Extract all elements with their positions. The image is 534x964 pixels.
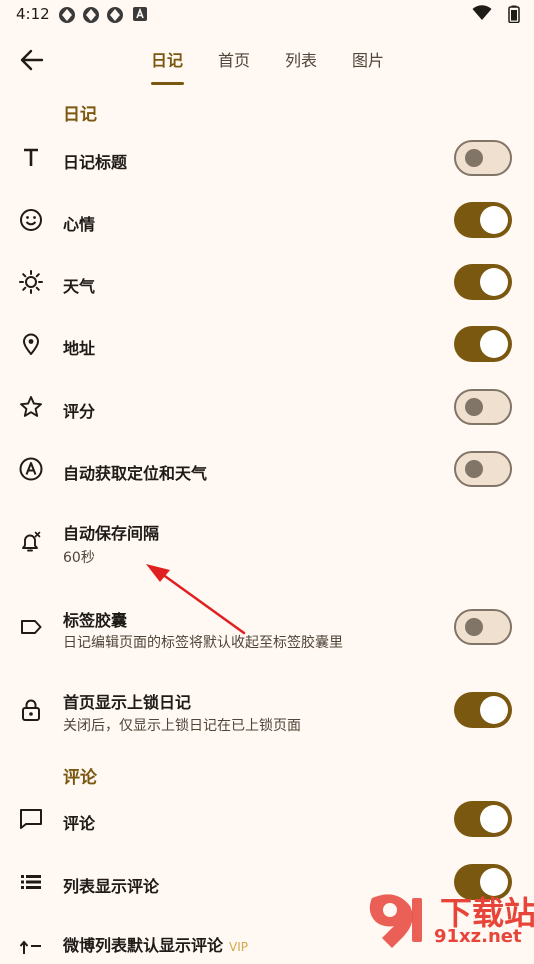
watermark-logo: 下载站 91xz.net [362,888,534,950]
annotation-arrow [146,564,246,635]
watermark-url: 91xz.net [434,926,522,947]
